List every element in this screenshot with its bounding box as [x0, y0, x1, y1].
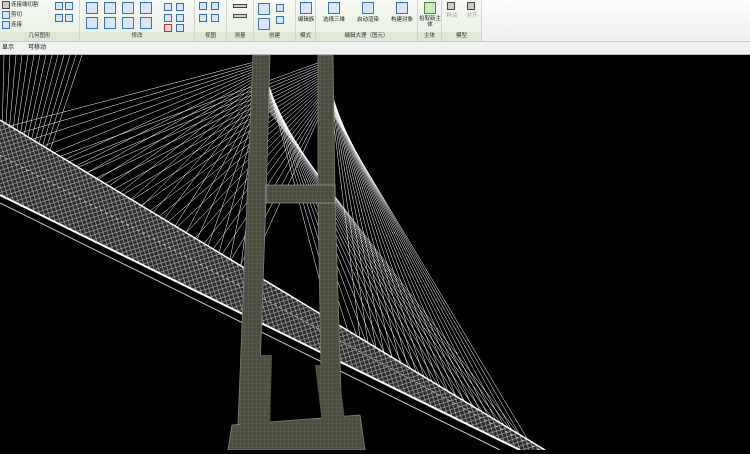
panel-label-create: 创建 [254, 32, 295, 41]
assembly-icon[interactable] [276, 4, 284, 12]
panel-modify: 修改 [80, 0, 195, 41]
build-button[interactable]: 构建对象 [386, 17, 418, 23]
array-icon[interactable] [164, 14, 172, 22]
mirror-icon[interactable] [122, 2, 134, 14]
edit-family-icon[interactable] [300, 2, 312, 14]
panel-label-view: 视图 [195, 32, 226, 41]
paste-icon[interactable] [55, 2, 63, 10]
render-icon[interactable] [362, 2, 374, 14]
panel-label-geometry: 几何图形 [0, 32, 79, 41]
select-3d-button[interactable]: 选择三维 [318, 17, 350, 23]
join-button[interactable]: 连接 [11, 22, 22, 28]
dimension-icon[interactable] [233, 14, 247, 18]
component-icon[interactable] [258, 3, 270, 15]
model-align-button[interactable]: 对齐 [463, 13, 481, 19]
copy-icon[interactable] [104, 17, 116, 29]
hide-icon[interactable] [199, 2, 207, 10]
build-icon[interactable] [396, 2, 408, 14]
delete-icon[interactable] [164, 24, 172, 32]
cope-icon[interactable] [2, 1, 10, 9]
panel-label-measure: 测量 [227, 32, 253, 41]
render-button[interactable]: 启动渲染 [352, 17, 384, 23]
pick-host-button[interactable]: 拾取新主体 [419, 16, 441, 28]
cut-button[interactable]: 剪切 [11, 12, 22, 18]
panel-edit: 选择三维 启动渲染 构建对象 编辑大理（图元） [316, 0, 418, 41]
panel-host: 拾取新主体 主体 [418, 0, 442, 41]
pick-host-icon[interactable] [424, 2, 436, 14]
panel-label-model: 模型 [442, 32, 481, 41]
offset-icon[interactable] [104, 2, 116, 14]
options-bar-item-movable[interactable]: 可移动 [28, 44, 46, 51]
mirror-draw-icon[interactable] [140, 2, 152, 14]
edit-family-button[interactable]: 编辑族 [297, 17, 315, 23]
parts-icon[interactable] [276, 16, 284, 24]
model-align-icon[interactable] [467, 2, 475, 10]
model-move-button[interactable]: 移动 [443, 13, 461, 19]
panel-label-host: 主体 [418, 32, 441, 41]
join-icon[interactable] [2, 21, 10, 29]
display-icon[interactable] [211, 14, 219, 22]
trim-icon[interactable] [140, 17, 152, 29]
match-icon[interactable] [55, 14, 63, 22]
split-icon[interactable] [164, 3, 172, 11]
panel-geometry: 连接端切割 剪切 连接 几何图形 [0, 0, 80, 41]
select-3d-icon[interactable] [328, 2, 340, 14]
panel-model: 移动 对齐 模型 [442, 0, 482, 41]
cut-icon[interactable] [2, 11, 10, 19]
override-icon[interactable] [211, 2, 219, 10]
options-bar: 显示 可移动 [0, 42, 750, 55]
bridge-model [0, 54, 750, 451]
ribbon: 连接端切割 剪切 连接 几何图形 修改 视图 测量 创建 编辑族 模式 选择三维… [0, 0, 750, 42]
unpin-icon[interactable] [176, 24, 184, 32]
panel-measure: 测量 [227, 0, 254, 41]
panel-label-mode: 模式 [296, 32, 315, 41]
pin-icon[interactable] [176, 3, 184, 11]
rotate-icon[interactable] [122, 17, 134, 29]
align-icon[interactable] [86, 2, 98, 14]
3d-viewport[interactable] [0, 54, 750, 451]
panel-view: 视图 [195, 0, 227, 41]
model-move-icon[interactable] [447, 2, 455, 10]
panel-create: 创建 [254, 0, 296, 41]
viewport-background [0, 55, 750, 450]
panel-label-edit: 编辑大理（图元） [316, 32, 417, 41]
create-group-icon[interactable] [258, 18, 270, 30]
options-bar-item-display[interactable]: 显示 [2, 44, 14, 51]
linework-icon[interactable] [199, 14, 207, 22]
cope-button[interactable]: 连接端切割 [11, 2, 39, 8]
measure-icon[interactable] [233, 4, 247, 8]
panel-mode: 编辑族 模式 [296, 0, 316, 41]
clipboard-icon[interactable] [65, 2, 73, 10]
move-icon[interactable] [86, 17, 98, 29]
wrench-icon[interactable] [65, 14, 73, 22]
tower-crossbeam [265, 184, 336, 204]
scale-icon[interactable] [176, 14, 184, 22]
panel-label-modify: 修改 [80, 32, 194, 41]
